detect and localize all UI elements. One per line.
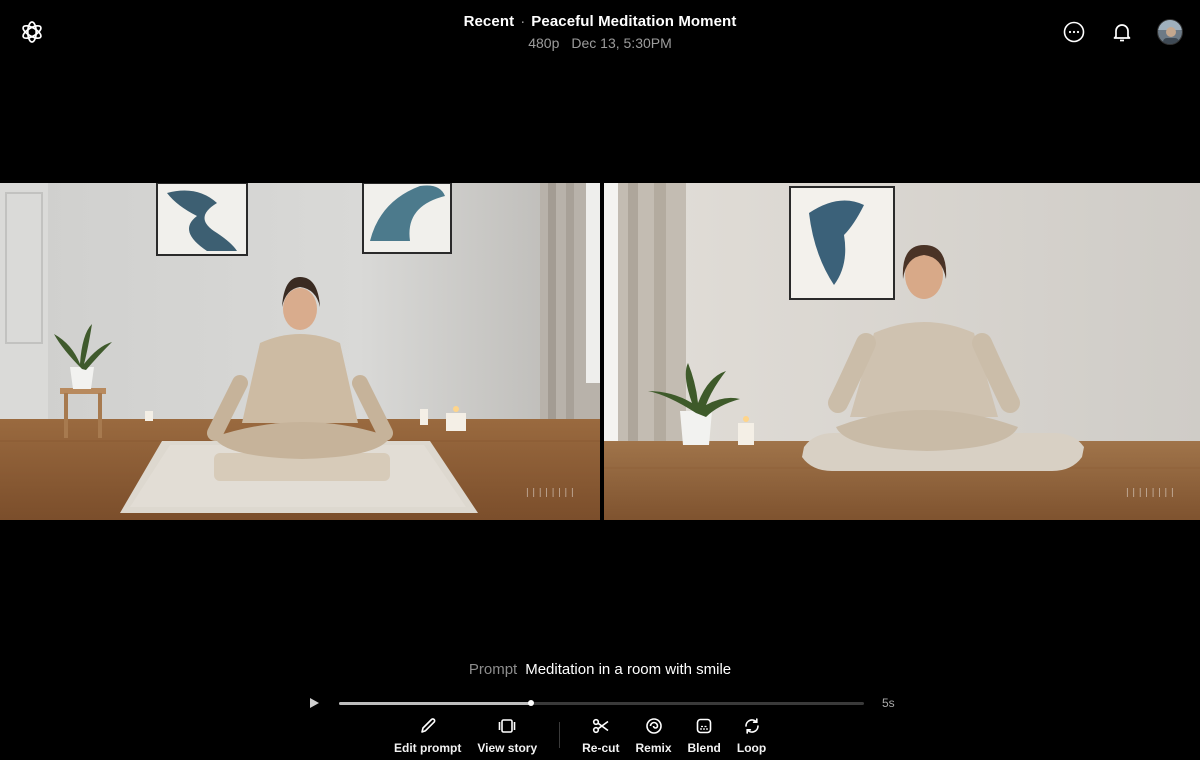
loop-label: Loop xyxy=(736,741,767,755)
video-meta: 480p Dec 13, 5:30PM xyxy=(0,35,1200,51)
play-icon xyxy=(310,698,319,708)
storyboard-icon xyxy=(498,719,516,733)
notifications-button[interactable] xyxy=(1109,19,1135,45)
meditation-scene-left xyxy=(0,183,600,520)
recut-button[interactable]: Re-cut xyxy=(574,716,627,755)
scrubber-handle[interactable] xyxy=(527,700,534,706)
page-header: Recent · Peaceful Meditation Moment 480p De… xyxy=(0,13,1200,51)
action-toolbar: Edit prompt View story Re-cut Remix Blen… xyxy=(386,716,774,756)
video-player-controls: 5s xyxy=(307,695,907,711)
more-options-button[interactable] xyxy=(1061,19,1087,45)
resolution-label: 480p xyxy=(528,35,560,51)
page-title: Peaceful Meditation Moment xyxy=(531,13,737,30)
remix-label: Remix xyxy=(635,741,672,755)
remix-icon xyxy=(645,718,662,734)
timestamp-label: Dec 13, 5:30PM xyxy=(571,35,672,51)
blend-icon xyxy=(696,718,712,734)
recut-label: Re-cut xyxy=(582,741,620,755)
video-frame-right[interactable]: |||||||| xyxy=(604,183,1200,520)
scrubber-track[interactable] xyxy=(339,700,864,706)
blend-label: Blend xyxy=(687,741,721,755)
remix-button[interactable]: Remix xyxy=(627,716,679,755)
breadcrumb-separator: · xyxy=(520,13,526,30)
watermark-left: |||||||| xyxy=(524,488,576,498)
toolbar-separator xyxy=(559,722,561,748)
edit-prompt-button[interactable]: Edit prompt xyxy=(386,716,469,755)
loop-icon xyxy=(744,718,759,734)
view-story-button[interactable]: View story xyxy=(469,716,545,755)
blend-button[interactable]: Blend xyxy=(680,716,729,755)
prompt-label: Prompt xyxy=(468,661,518,678)
breadcrumb-section[interactable]: Recent xyxy=(464,13,515,30)
breadcrumb: Recent · Peaceful Meditation Moment xyxy=(0,13,1200,30)
meditation-scene-right xyxy=(604,183,1200,520)
bell-icon xyxy=(1113,24,1131,42)
pencil-icon xyxy=(420,718,436,733)
loop-button[interactable]: Loop xyxy=(729,716,774,755)
scissors-icon xyxy=(592,718,609,734)
header-actions xyxy=(1061,19,1183,45)
duration-label: 5s xyxy=(882,696,895,710)
video-stage[interactable]: |||||||| |||||||| xyxy=(0,183,1200,520)
play-button[interactable] xyxy=(307,696,321,710)
prompt-row: Prompt Meditation in a room with smile xyxy=(0,661,1200,678)
edit-prompt-label: Edit prompt xyxy=(394,741,462,755)
video-frame-left[interactable]: |||||||| xyxy=(0,183,600,520)
view-story-label: View story xyxy=(477,741,538,755)
watermark-right: |||||||| xyxy=(1124,488,1176,498)
prompt-text[interactable]: Meditation in a room with smile xyxy=(525,661,731,678)
scrubber-progress xyxy=(339,702,531,705)
user-avatar[interactable] xyxy=(1157,19,1183,45)
more-options-icon xyxy=(1063,21,1085,43)
